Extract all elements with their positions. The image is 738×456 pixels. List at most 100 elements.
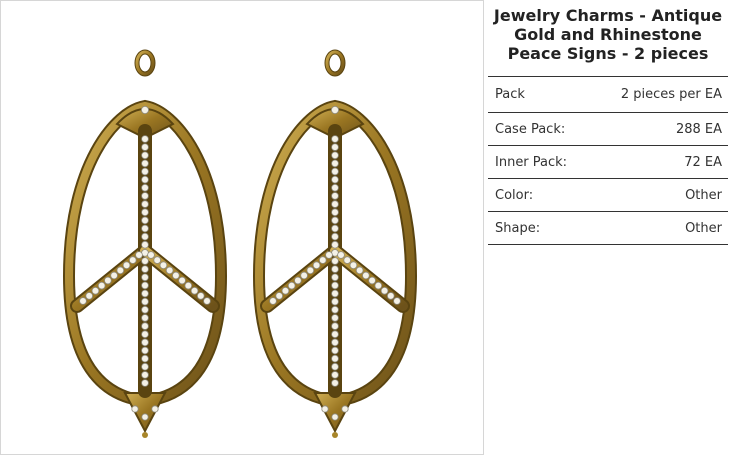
rhinestone: [141, 159, 149, 168]
product-image-panel: [0, 0, 484, 455]
rhinestone: [141, 208, 149, 217]
rhinestone: [331, 208, 339, 217]
rhinestone: [151, 405, 159, 413]
rhinestone: [380, 286, 389, 295]
spec-row-pack: Pack 2 pieces per EA: [488, 77, 728, 113]
rhinestone: [300, 271, 308, 280]
spec-label: Color:: [495, 187, 534, 203]
rhinestone: [331, 362, 339, 371]
rhinestone: [331, 257, 339, 265]
rhinestone: [331, 151, 339, 160]
product-image[interactable]: [1, 1, 485, 456]
rhinestone: [362, 271, 370, 280]
rhinestone: [321, 405, 329, 413]
rhinestone: [318, 256, 327, 264]
rhinestone: [141, 167, 149, 176]
rhinestone: [116, 266, 125, 275]
spec-row-color: Color: Other: [488, 179, 728, 212]
rhinestone: [331, 297, 339, 306]
rhinestone: [110, 271, 118, 280]
rhinestone: [331, 143, 339, 151]
spec-label: Pack: [495, 87, 525, 102]
rhinestone: [141, 273, 149, 282]
rhinestone: [331, 413, 339, 421]
spec-row-case-pack: Case Pack: 288 EA: [488, 113, 728, 146]
rhinestone: [330, 106, 339, 115]
rhinestone: [141, 338, 149, 347]
rhinestone: [269, 297, 277, 305]
rhinestone: [140, 106, 149, 115]
rhinestone: [141, 322, 149, 330]
rhinestone: [141, 184, 149, 192]
rhinestone: [349, 261, 358, 270]
bottom-bead: [142, 432, 148, 438]
rhinestone: [91, 286, 100, 295]
rhinestone: [312, 261, 321, 270]
rhinestone: [141, 354, 149, 363]
rhinestone: [331, 346, 339, 355]
spec-label: Shape:: [495, 220, 541, 236]
spec-row-shape: Shape: Other: [488, 212, 728, 245]
rhinestone: [141, 330, 149, 339]
rhinestone: [337, 251, 345, 259]
rhinestone: [331, 281, 339, 290]
charm-right: [252, 49, 418, 438]
rhinestone: [153, 256, 162, 264]
rhinestone: [128, 256, 137, 264]
rhinestone: [325, 251, 333, 259]
rhinestone: [172, 271, 180, 280]
rhinestone: [141, 289, 149, 298]
rhinestone: [281, 286, 290, 295]
rhinestone: [331, 371, 339, 379]
rhinestone: [386, 292, 395, 300]
rhinestone: [355, 266, 364, 275]
rhinestone: [141, 265, 149, 273]
rhinestone: [331, 265, 339, 273]
rhinestone: [141, 175, 149, 184]
spec-value: 2 pieces per EA: [620, 87, 722, 102]
rhinestone: [393, 297, 401, 305]
bottom-bead: [332, 432, 338, 438]
spec-value: 288 EA: [675, 121, 722, 137]
rhinestone: [141, 379, 149, 387]
rhinestone: [368, 276, 376, 285]
rhinestone: [141, 232, 149, 241]
rhinestone: [97, 281, 106, 290]
spec-row-inner-pack: Inner Pack: 72 EA: [488, 146, 728, 179]
rhinestone: [122, 261, 131, 270]
rhinestone: [190, 286, 199, 295]
rhinestone: [104, 276, 112, 285]
rhinestone: [331, 232, 339, 241]
rhinestone: [331, 354, 339, 363]
rhinestone: [331, 184, 339, 192]
spec-table: Pack 2 pieces per EA Case Pack: 288 EA I…: [488, 76, 728, 245]
product-info: Jewelry Charms - Antique Gold and Rhines…: [488, 0, 728, 245]
rhinestone: [141, 200, 149, 208]
rhinestone: [141, 143, 149, 151]
rhinestone: [331, 135, 339, 143]
rhinestone: [147, 251, 155, 259]
rhinestone: [343, 256, 352, 264]
rhinestone: [141, 257, 149, 265]
rhinestone: [141, 362, 149, 371]
spec-value: Other: [685, 187, 722, 203]
rhinestone: [331, 379, 339, 387]
rhinestone: [79, 297, 87, 305]
rhinestone: [159, 261, 168, 270]
spec-value: 72 EA: [684, 154, 722, 170]
rhinestone: [331, 338, 339, 347]
rhinestone: [141, 346, 149, 355]
bottom-ornament: [313, 392, 357, 434]
rhinestone: [178, 276, 186, 285]
rhinestone: [331, 322, 339, 330]
rhinestone: [141, 135, 149, 143]
spec-label: Inner Pack:: [495, 154, 568, 170]
rhinestone: [331, 200, 339, 208]
rhinestone: [85, 292, 94, 300]
spec-label: Case Pack:: [495, 121, 566, 137]
rhinestone: [141, 314, 149, 322]
rhinestone: [141, 305, 149, 314]
bottom-ornament: [123, 392, 167, 434]
rhinestone: [331, 273, 339, 282]
rhinestone: [331, 330, 339, 339]
